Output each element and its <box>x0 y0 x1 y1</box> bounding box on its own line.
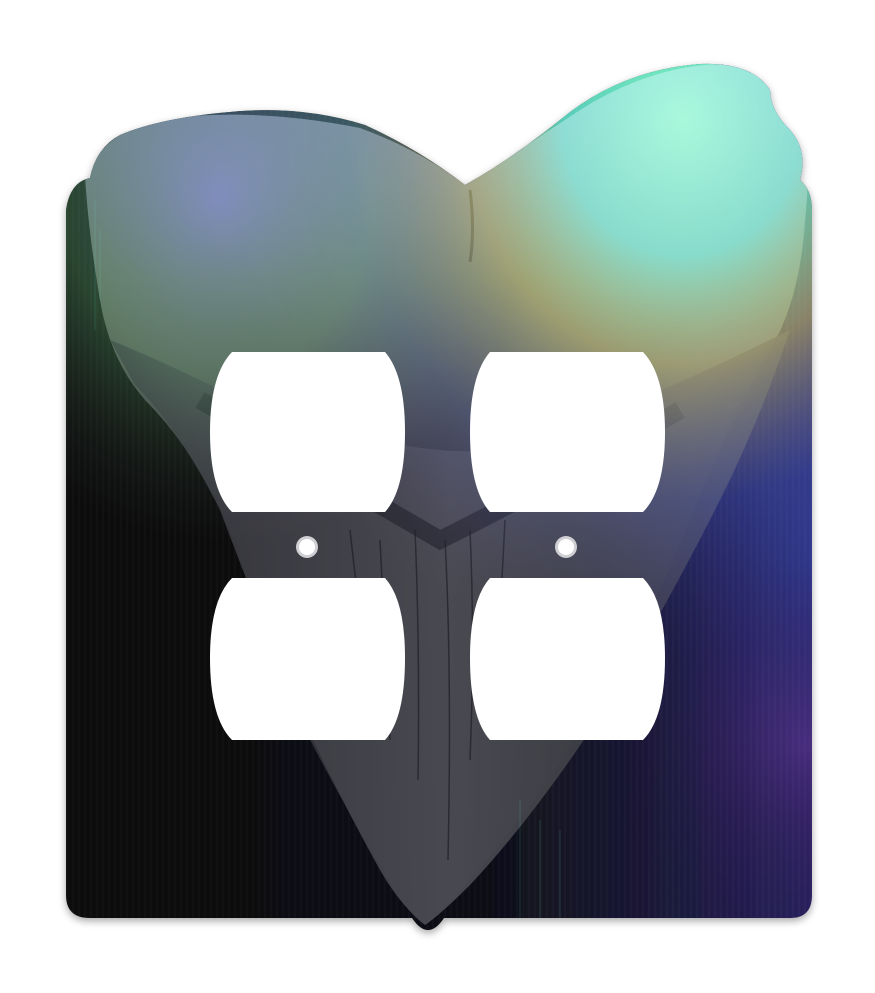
outlet-opening-top-left <box>210 352 405 512</box>
outlet-opening-bottom-right <box>470 578 665 740</box>
plate-artwork <box>66 63 812 930</box>
wall-plate-product-image <box>0 0 875 993</box>
wall-plate-svg <box>66 63 812 930</box>
outlet-opening-top-right <box>470 352 665 512</box>
outlet-opening-bottom-left <box>210 578 405 740</box>
